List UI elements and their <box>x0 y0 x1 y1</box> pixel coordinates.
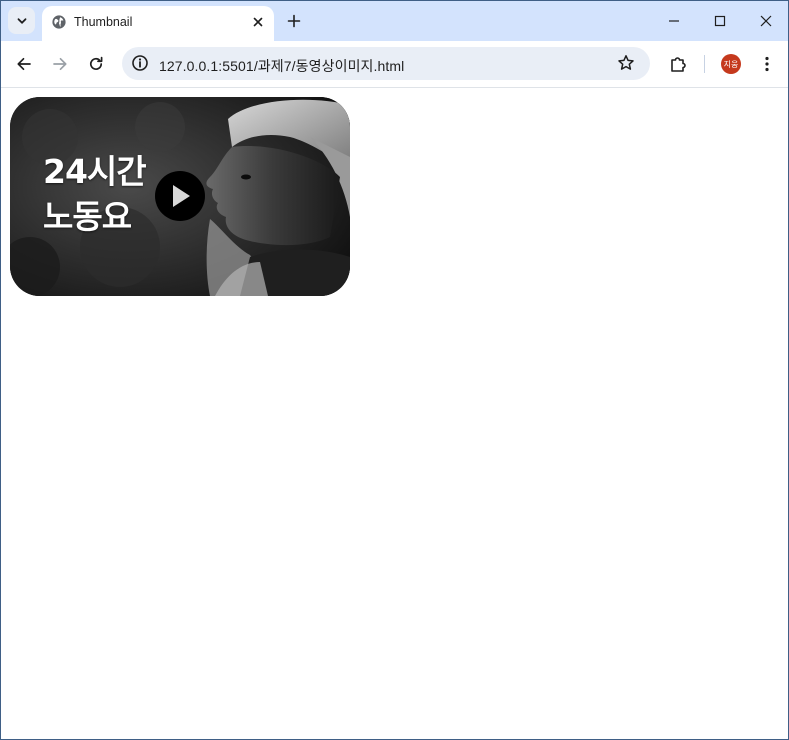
tab-search-button[interactable] <box>8 7 35 34</box>
video-thumbnail[interactable]: 24시간 노동요 <box>10 97 350 296</box>
arrow-right-icon[interactable] <box>50 54 70 74</box>
caption-line-1: 24시간 <box>43 152 147 191</box>
play-icon <box>173 185 190 207</box>
puzzle-icon[interactable] <box>668 54 688 74</box>
profile-avatar[interactable]: 지웅 <box>721 54 741 74</box>
info-icon[interactable] <box>130 53 150 73</box>
tab-thumbnail[interactable]: Thumbnail <box>42 6 274 41</box>
plus-icon[interactable] <box>284 11 304 31</box>
arrow-left-icon[interactable] <box>14 54 34 74</box>
tab-strip: Thumbnail <box>1 1 788 41</box>
chevron-down-icon <box>17 17 26 24</box>
star-icon[interactable] <box>616 53 636 73</box>
url-text: 127.0.0.1:5501/과제7/동영상이미지.html <box>159 58 405 74</box>
window-close-icon[interactable] <box>756 11 776 31</box>
kebab-menu-icon[interactable] <box>757 54 777 74</box>
address-bar[interactable]: 127.0.0.1:5501/과제7/동영상이미지.html <box>122 47 650 80</box>
thumbnail-caption: 24시간 노동요 <box>43 149 147 239</box>
play-button[interactable] <box>155 171 205 221</box>
tab-title: Thumbnail <box>74 15 133 29</box>
toolbar-divider <box>704 55 705 73</box>
maximize-icon[interactable] <box>710 11 730 31</box>
close-icon[interactable] <box>250 14 266 30</box>
caption-line-2: 노동요 <box>43 197 132 236</box>
reload-icon[interactable] <box>86 54 106 74</box>
globe-icon <box>52 15 66 29</box>
minimize-icon[interactable] <box>664 11 684 31</box>
browser-window: Thumbnail 127.0.0.1:5501/과제7/동영상이미지.html… <box>0 0 789 740</box>
toolbar: 127.0.0.1:5501/과제7/동영상이미지.html 지웅 <box>1 41 788 88</box>
